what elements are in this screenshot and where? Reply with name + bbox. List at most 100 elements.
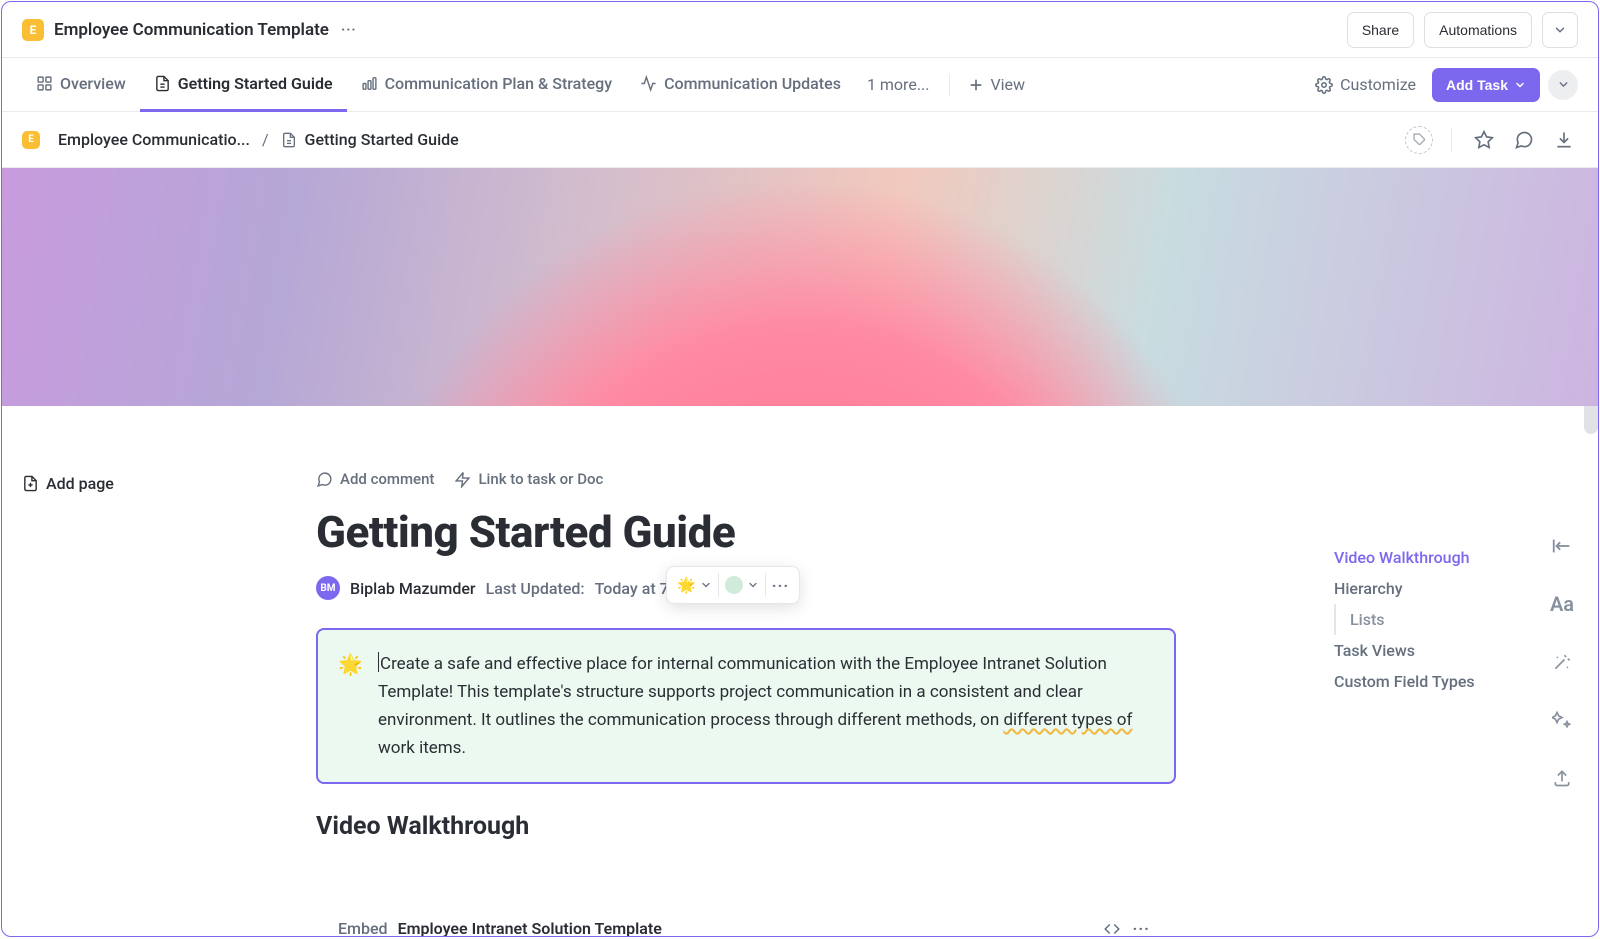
automations-button[interactable]: Automations bbox=[1424, 12, 1532, 48]
outline-item-video[interactable]: Video Walkthrough bbox=[1334, 542, 1564, 573]
ai-button[interactable] bbox=[1548, 648, 1576, 676]
tab-getting-started[interactable]: Getting Started Guide bbox=[140, 58, 347, 112]
callout-text: Create a safe and effective place for in… bbox=[378, 654, 1107, 730]
typography-icon: Aa bbox=[1550, 592, 1574, 616]
download-icon bbox=[1554, 130, 1574, 150]
tab-comm-plan[interactable]: Communication Plan & Strategy bbox=[347, 58, 626, 112]
outline: Video Walkthrough Hierarchy Lists Task V… bbox=[1334, 542, 1564, 697]
chevron-down-icon bbox=[747, 579, 759, 591]
star-icon bbox=[1474, 130, 1494, 150]
block-emoji-picker[interactable]: 🌟 bbox=[671, 567, 718, 603]
chevron-down-icon bbox=[1553, 23, 1567, 37]
share-button[interactable]: Share bbox=[1347, 12, 1414, 48]
content-area: Add page Add comment Link to task or Doc… bbox=[2, 406, 1598, 936]
tag-icon bbox=[1413, 133, 1426, 146]
divider bbox=[949, 74, 950, 96]
comment-icon bbox=[1514, 130, 1534, 150]
views-tabs: Overview Getting Started Guide Communica… bbox=[2, 58, 1598, 112]
expand-icon[interactable] bbox=[1103, 920, 1121, 936]
tab-overview[interactable]: Overview bbox=[22, 58, 140, 112]
callout-text-wavy: different types of bbox=[1003, 710, 1132, 730]
doc-icon bbox=[281, 132, 297, 148]
embed-label: Embed bbox=[338, 919, 388, 936]
callout-block[interactable]: 🌟 Create a safe and effective place for … bbox=[316, 628, 1176, 784]
byline: BM Biplab Mazumder Last Updated: Today a… bbox=[316, 576, 1176, 600]
outline-item-hierarchy[interactable]: Hierarchy bbox=[1334, 573, 1564, 604]
wand-icon bbox=[1552, 652, 1572, 672]
customize-button[interactable]: Customize bbox=[1307, 75, 1424, 94]
outline-item-task-views[interactable]: Task Views bbox=[1334, 635, 1564, 666]
block-color-picker[interactable] bbox=[719, 567, 765, 603]
chevron-down-icon bbox=[1514, 79, 1526, 91]
space-icon: E bbox=[22, 131, 40, 149]
space-more-icon[interactable]: ··· bbox=[341, 22, 357, 38]
favorite-button[interactable] bbox=[1470, 126, 1498, 154]
export-button[interactable] bbox=[1548, 764, 1576, 792]
grid-icon bbox=[36, 75, 53, 92]
gear-icon bbox=[1315, 76, 1333, 94]
templates-button[interactable] bbox=[1548, 706, 1576, 734]
add-view-label: View bbox=[990, 75, 1025, 94]
link-task-button[interactable]: Link to task or Doc bbox=[454, 470, 603, 488]
add-tag-button[interactable] bbox=[1405, 126, 1433, 154]
space-title[interactable]: Employee Communication Template bbox=[54, 20, 329, 40]
page-title[interactable]: Getting Started Guide bbox=[316, 506, 1176, 558]
doc-icon bbox=[154, 75, 171, 92]
breadcrumb-current-label: Getting Started Guide bbox=[305, 130, 459, 149]
add-page-button[interactable]: Add page bbox=[22, 474, 114, 493]
block-more-button[interactable]: ··· bbox=[766, 567, 795, 603]
section-heading-video[interactable]: Video Walkthrough bbox=[316, 812, 1176, 841]
add-task-label: Add Task bbox=[1446, 77, 1508, 93]
add-comment-label: Add comment bbox=[340, 470, 434, 488]
space-icon: E bbox=[22, 19, 44, 41]
breadcrumb-root[interactable]: E Employee Communicatio... bbox=[22, 130, 250, 149]
sparkle-icon: 🌟 bbox=[677, 576, 696, 594]
embed-more-icon[interactable]: ··· bbox=[1133, 919, 1150, 936]
embed-block[interactable]: Embed Employee Intranet Solution Templat… bbox=[316, 919, 1176, 936]
breadcrumb-root-label: Employee Communicatio... bbox=[58, 130, 250, 149]
cover-image[interactable] bbox=[2, 168, 1598, 406]
upload-icon bbox=[1552, 768, 1572, 788]
download-button[interactable] bbox=[1550, 126, 1578, 154]
header-chevron-button[interactable] bbox=[1542, 12, 1578, 48]
add-comment-button[interactable]: Add comment bbox=[316, 470, 434, 488]
add-page-icon bbox=[22, 475, 39, 492]
link-task-label: Link to task or Doc bbox=[478, 470, 603, 488]
magic-icon bbox=[1552, 710, 1572, 730]
tool-strip: Aa bbox=[1542, 532, 1582, 792]
outline-item-custom-fields[interactable]: Custom Field Types bbox=[1334, 666, 1564, 697]
color-swatch-icon bbox=[725, 576, 743, 594]
tabs-more[interactable]: 1 more... bbox=[855, 75, 942, 94]
breadcrumb-current[interactable]: Getting Started Guide bbox=[281, 130, 459, 149]
more-icon: ··· bbox=[772, 576, 789, 595]
last-updated-prefix: Last Updated: bbox=[486, 579, 585, 598]
add-view-button[interactable]: View bbox=[958, 75, 1035, 94]
task-options-button[interactable] bbox=[1548, 70, 1578, 100]
chevron-down-icon bbox=[1557, 78, 1570, 91]
tab-comm-updates[interactable]: Communication Updates bbox=[626, 58, 855, 112]
typography-button[interactable]: Aa bbox=[1548, 590, 1576, 618]
tab-label: Overview bbox=[60, 74, 126, 93]
embed-title: Employee Intranet Solution Template bbox=[398, 919, 662, 936]
callout-emoji[interactable]: 🌟 bbox=[338, 648, 363, 681]
collapse-outline-button[interactable] bbox=[1548, 532, 1576, 560]
breadcrumb-separator: / bbox=[262, 130, 269, 149]
top-bar: E Employee Communication Template ··· Sh… bbox=[2, 2, 1598, 58]
plus-icon bbox=[968, 77, 984, 93]
author-name[interactable]: Biplab Mazumder bbox=[350, 579, 476, 598]
block-toolbar: 🌟 ··· bbox=[666, 566, 800, 604]
add-page-label: Add page bbox=[46, 474, 114, 493]
link-icon bbox=[454, 471, 471, 488]
comment-icon bbox=[316, 471, 333, 488]
add-task-button[interactable]: Add Task bbox=[1432, 68, 1540, 102]
tab-label: Communication Plan & Strategy bbox=[385, 74, 612, 93]
outline-item-lists[interactable]: Lists bbox=[1334, 604, 1564, 635]
tab-label: Getting Started Guide bbox=[178, 74, 333, 93]
chevron-down-icon bbox=[700, 579, 712, 591]
comments-button[interactable] bbox=[1510, 126, 1538, 154]
activity-icon bbox=[640, 75, 657, 92]
avatar[interactable]: BM bbox=[316, 576, 340, 600]
tab-label: Communication Updates bbox=[664, 74, 841, 93]
chart-icon bbox=[361, 75, 378, 92]
callout-text-end: work items. bbox=[378, 738, 466, 758]
